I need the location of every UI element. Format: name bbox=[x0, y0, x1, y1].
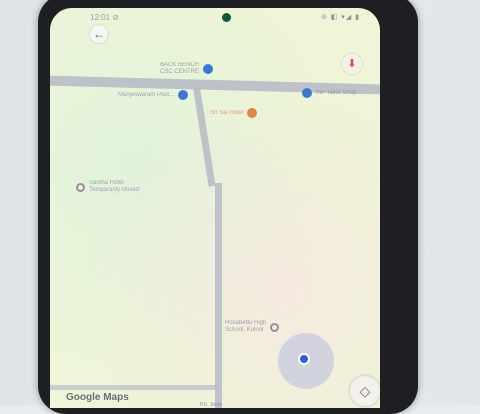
navigate-button[interactable]: ◇ bbox=[350, 376, 380, 406]
system-status-icons: ⊘ ◧ ▾◢ ▮ bbox=[320, 14, 360, 21]
poi-label: BACK BENCH CSC CENTRE bbox=[160, 62, 200, 75]
poi-hosabettu-school[interactable]: Hosabettu High School, Kuloor bbox=[225, 320, 280, 334]
back-button[interactable]: ← bbox=[90, 25, 108, 43]
poi-pin-icon bbox=[302, 88, 312, 98]
poi-sri-sai-hotel[interactable]: Sri Sai Hotel bbox=[210, 108, 258, 118]
current-location-icon bbox=[298, 353, 310, 365]
navigation-arrow-icon: ◇ bbox=[359, 383, 371, 399]
poi-label: Sri Sai Hotel bbox=[210, 109, 244, 116]
poi-label: Santha Hotel Temporarily closed bbox=[89, 180, 140, 193]
road-vertical-lower bbox=[215, 183, 222, 408]
poi-back-bench[interactable]: BACK BENCH CSC CENTRE bbox=[160, 62, 214, 76]
road-label: P.K. Store bbox=[200, 402, 223, 408]
poi-tailor-shop[interactable]: MP Tailor Shop bbox=[302, 88, 356, 98]
map-pin-icon: ⬇ bbox=[347, 58, 357, 70]
dropped-pin-button[interactable]: ⬇ bbox=[342, 54, 362, 74]
poi-pin-icon bbox=[270, 322, 280, 332]
poi-pin-icon bbox=[247, 108, 258, 118]
poi-label: MP Tailor Shop bbox=[316, 89, 357, 96]
google-maps-logo: Google Maps bbox=[66, 392, 129, 403]
poi-pin-icon bbox=[203, 64, 214, 74]
poi-pin-icon bbox=[178, 90, 189, 100]
phone-screen: 12:01 ⊘ ⊘ ◧ ▾◢ ▮ ← ⬇ BACK BENCH CSC CENT… bbox=[50, 8, 380, 408]
arrow-left-icon: ← bbox=[93, 27, 105, 41]
poi-post-office[interactable]: Manjeswaram Post... bbox=[118, 90, 189, 100]
status-time: 12:01 ⊘ bbox=[90, 13, 119, 22]
poi-pin-icon bbox=[76, 182, 85, 192]
poi-label: Hosabettu High School, Kuloor bbox=[225, 320, 267, 333]
road-bottom bbox=[50, 385, 220, 390]
camera-cutout bbox=[222, 13, 231, 22]
poi-label: Manjeswaram Post... bbox=[118, 91, 175, 98]
poi-santha-hotel[interactable]: Santha Hotel Temporarily closed bbox=[76, 180, 139, 194]
